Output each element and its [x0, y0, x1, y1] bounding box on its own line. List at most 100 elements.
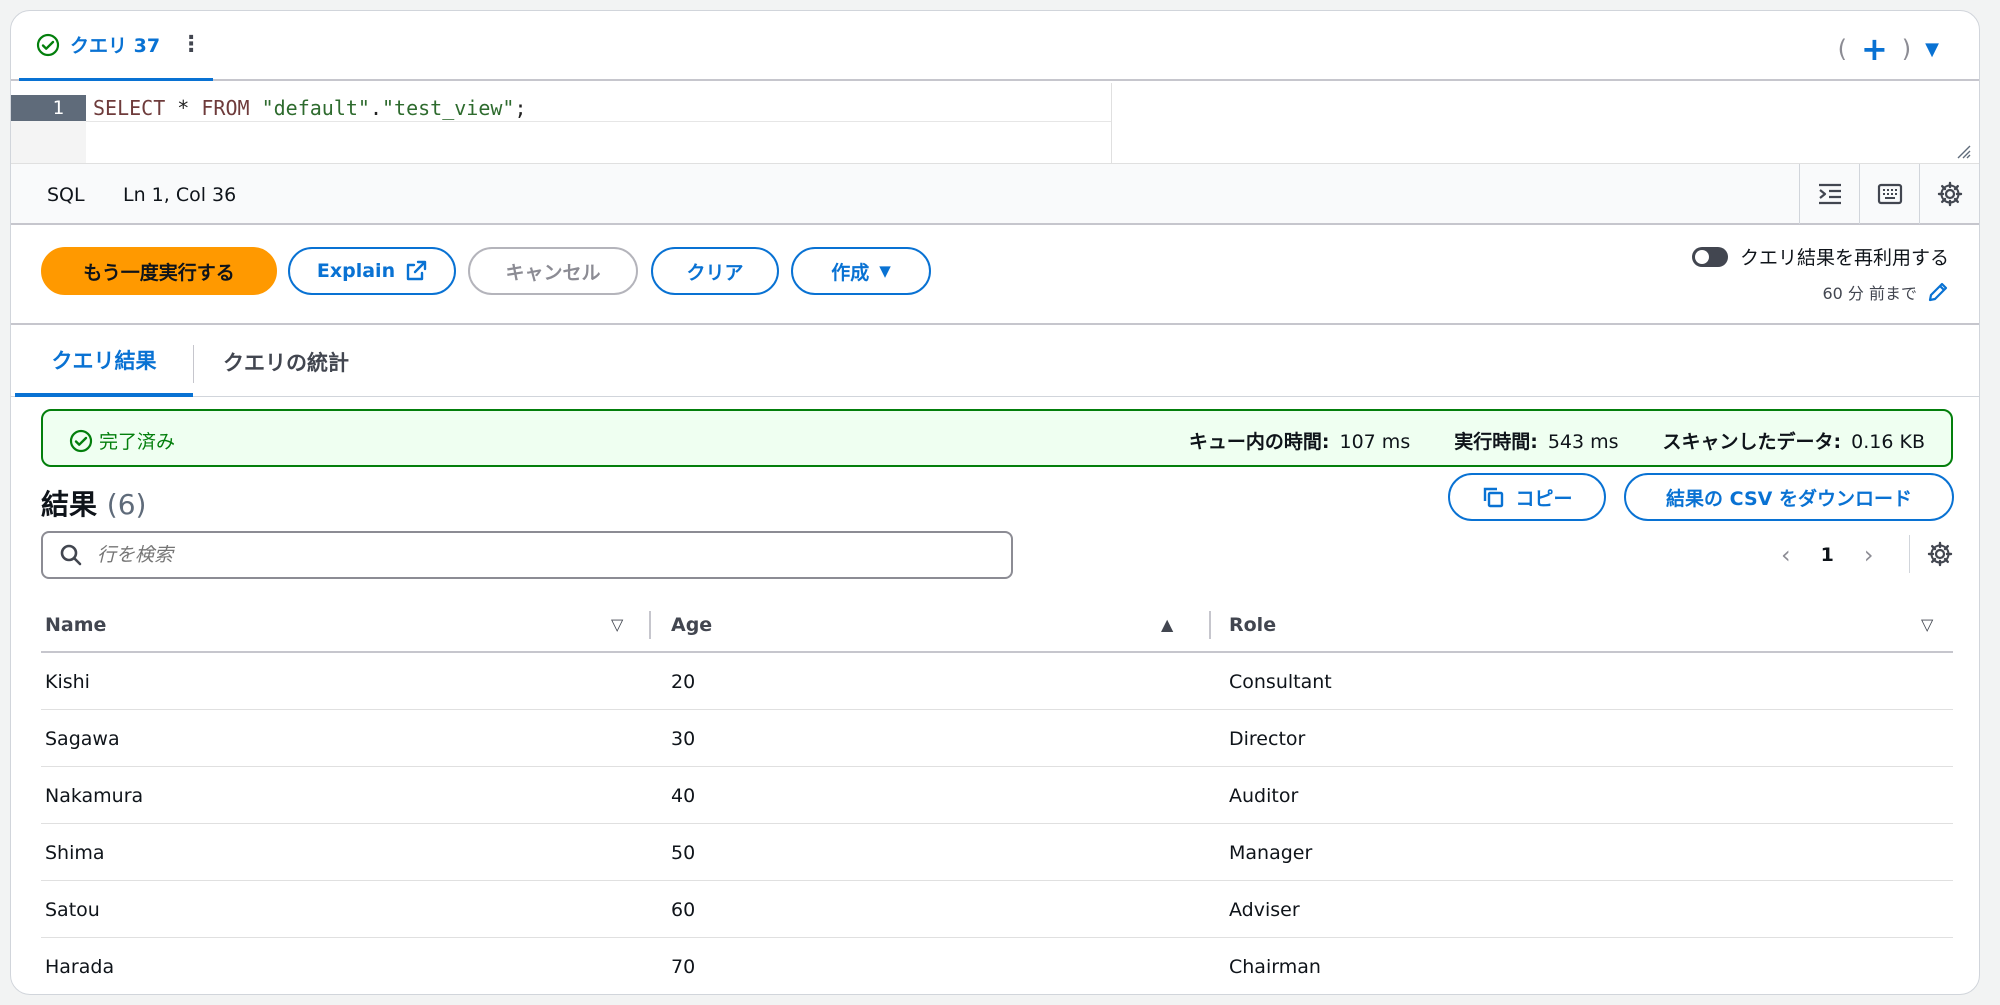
- create-label: 作成: [831, 261, 870, 284]
- edit-pencil-icon[interactable]: [1927, 281, 1949, 303]
- editor-status-bar: SQL Ln 1, Col 36: [11, 163, 1979, 225]
- cell-name: Nakamura: [45, 784, 144, 807]
- tab-query-stats[interactable]: クエリの統計: [223, 327, 349, 397]
- cell-name: Satou: [45, 898, 100, 921]
- results-count: (6): [106, 488, 147, 521]
- search-input[interactable]: [97, 544, 977, 566]
- results-table-header: Name ▽ Age ▲ Role ▽: [41, 597, 1953, 653]
- queue-time-value: 107 ms: [1339, 431, 1411, 453]
- cell-name: Harada: [45, 955, 115, 978]
- more-actions-icon[interactable]: ⋮: [180, 33, 202, 56]
- cell-age: 50: [671, 841, 696, 864]
- data-scanned-label: スキャンしたデータ:: [1662, 431, 1842, 453]
- keyboard-shortcuts-button[interactable]: [1859, 164, 1919, 224]
- editor-toolbar: [1799, 164, 1979, 224]
- queue-time-label: キュー内の時間:: [1188, 431, 1330, 453]
- cell-name: Sagawa: [45, 727, 120, 750]
- completion-status-label: 完了済み: [99, 431, 176, 453]
- add-query-tab-button[interactable]: +: [1861, 33, 1888, 65]
- cell-age: 40: [671, 784, 696, 807]
- query-actions: もう一度実行する Explain キャンセル クリア 作成 ▼ クエリ結果を再利…: [11, 225, 1979, 325]
- table-row: Nakamura 40 Auditor: [41, 767, 1953, 824]
- query-stats: キュー内の時間: 107 ms 実行時間: 543 ms スキャンしたデータ: 0.1…: [1189, 427, 1925, 454]
- resize-handle-icon[interactable]: [1953, 141, 1971, 159]
- table-row: Shima 50 Manager: [41, 824, 1953, 881]
- pagination: ‹ 1 ›: [1781, 541, 1873, 569]
- search-field[interactable]: [41, 531, 1013, 579]
- column-header-role[interactable]: Role: [1229, 597, 1276, 653]
- query-tab[interactable]: クエリ 37 ⋮: [19, 11, 213, 81]
- cell-role: Auditor: [1229, 784, 1299, 807]
- cancel-button[interactable]: キャンセル: [468, 247, 638, 295]
- sort-ascending-icon[interactable]: ▲: [1161, 615, 1173, 634]
- cell-role: Director: [1229, 727, 1306, 750]
- tab-actions: ( + ) ▼: [1838, 33, 1939, 65]
- cell-role: Adviser: [1229, 898, 1300, 921]
- code-keyword-from: FROM: [201, 96, 250, 120]
- completed-banner: 完了済み キュー内の時間: 107 ms 実行時間: 543 ms スキャンしたデー…: [41, 409, 1953, 467]
- print-margin: [1111, 83, 1112, 163]
- create-button[interactable]: 作成 ▼: [791, 247, 931, 295]
- code-line[interactable]: SELECT * FROM "default"."test_view";: [93, 95, 527, 121]
- next-page-icon[interactable]: ›: [1864, 541, 1874, 569]
- sql-editor[interactable]: 1 SELECT * FROM "default"."test_view";: [11, 83, 1979, 163]
- format-query-button[interactable]: [1799, 164, 1859, 224]
- run-time: 実行時間: 543 ms: [1454, 427, 1618, 454]
- column-header-name[interactable]: Name: [45, 597, 106, 653]
- sort-descending-icon[interactable]: ▽: [611, 615, 623, 634]
- run-time-value: 543 ms: [1547, 431, 1619, 453]
- column-resizer[interactable]: [1209, 611, 1211, 639]
- results-title: 結果 (6): [41, 483, 146, 523]
- success-check-icon: [36, 33, 60, 56]
- table-row: Kishi 20 Consultant: [41, 653, 1953, 710]
- cell-role: Chairman: [1229, 955, 1321, 978]
- table-row: Satou 60 Adviser: [41, 881, 1953, 938]
- query-tab-bar: クエリ 37 ⋮ ( + ) ▼: [11, 11, 1979, 81]
- gear-icon: [1937, 181, 1962, 207]
- editor-settings-button[interactable]: [1919, 164, 1979, 224]
- completion-status: 完了済み: [69, 427, 175, 454]
- run-again-button[interactable]: もう一度実行する: [41, 247, 277, 295]
- cell-age: 20: [671, 670, 696, 693]
- reuse-results-label: クエリ結果を再利用する: [1739, 247, 1949, 269]
- reuse-results-toggle[interactable]: [1691, 246, 1728, 267]
- table-preferences-gear-icon[interactable]: [1927, 541, 1953, 567]
- reuse-results: クエリ結果を再利用する 60 分 前まで: [1691, 243, 1949, 304]
- code-semicolon: ;: [514, 96, 527, 120]
- explain-button[interactable]: Explain: [288, 247, 456, 295]
- current-page[interactable]: 1: [1821, 544, 1834, 566]
- cell-age: 70: [671, 955, 696, 978]
- code-table: "test_view": [382, 96, 515, 120]
- language-label: SQL: [47, 184, 85, 206]
- result-tabs: クエリ結果 クエリの統計: [11, 327, 1979, 397]
- tab-query-results[interactable]: クエリ結果: [15, 327, 193, 397]
- indent-icon: [1818, 183, 1841, 205]
- data-scanned-value: 0.16 KB: [1851, 431, 1925, 453]
- query-tab-label: クエリ 37: [70, 35, 161, 57]
- column-header-age[interactable]: Age: [671, 597, 712, 653]
- queue-time: キュー内の時間: 107 ms: [1189, 427, 1410, 454]
- data-scanned: スキャンしたデータ: 0.16 KB: [1663, 427, 1925, 454]
- previous-page-icon[interactable]: ‹: [1781, 541, 1791, 569]
- column-resizer[interactable]: [649, 611, 651, 639]
- code-keyword-select: SELECT: [93, 96, 166, 120]
- sort-descending-icon[interactable]: ▽: [1921, 615, 1933, 634]
- query-editor-panel: クエリ 37 ⋮ ( + ) ▼ 1 SELECT * FROM "defaul…: [10, 10, 1980, 995]
- line-number: 1: [11, 95, 86, 121]
- caret-down-icon: ▼: [879, 262, 891, 280]
- external-link-icon: [406, 260, 427, 281]
- keyboard-icon: [1877, 183, 1902, 205]
- results-title-label: 結果: [41, 488, 98, 521]
- copy-button[interactable]: コピー: [1448, 473, 1606, 521]
- cell-name: Kishi: [45, 670, 90, 693]
- tab-menu-caret-icon[interactable]: ▼: [1925, 39, 1939, 60]
- cell-age: 60: [671, 898, 696, 921]
- table-row: Sagawa 30 Director: [41, 710, 1953, 767]
- table-row: Harada 70 Chairman: [41, 938, 1953, 994]
- open-paren: (: [1837, 35, 1847, 63]
- cell-role: Consultant: [1229, 670, 1332, 693]
- download-csv-button[interactable]: 結果の CSV をダウンロード: [1624, 473, 1954, 521]
- clear-button[interactable]: クリア: [651, 247, 779, 295]
- close-paren: ): [1901, 35, 1912, 63]
